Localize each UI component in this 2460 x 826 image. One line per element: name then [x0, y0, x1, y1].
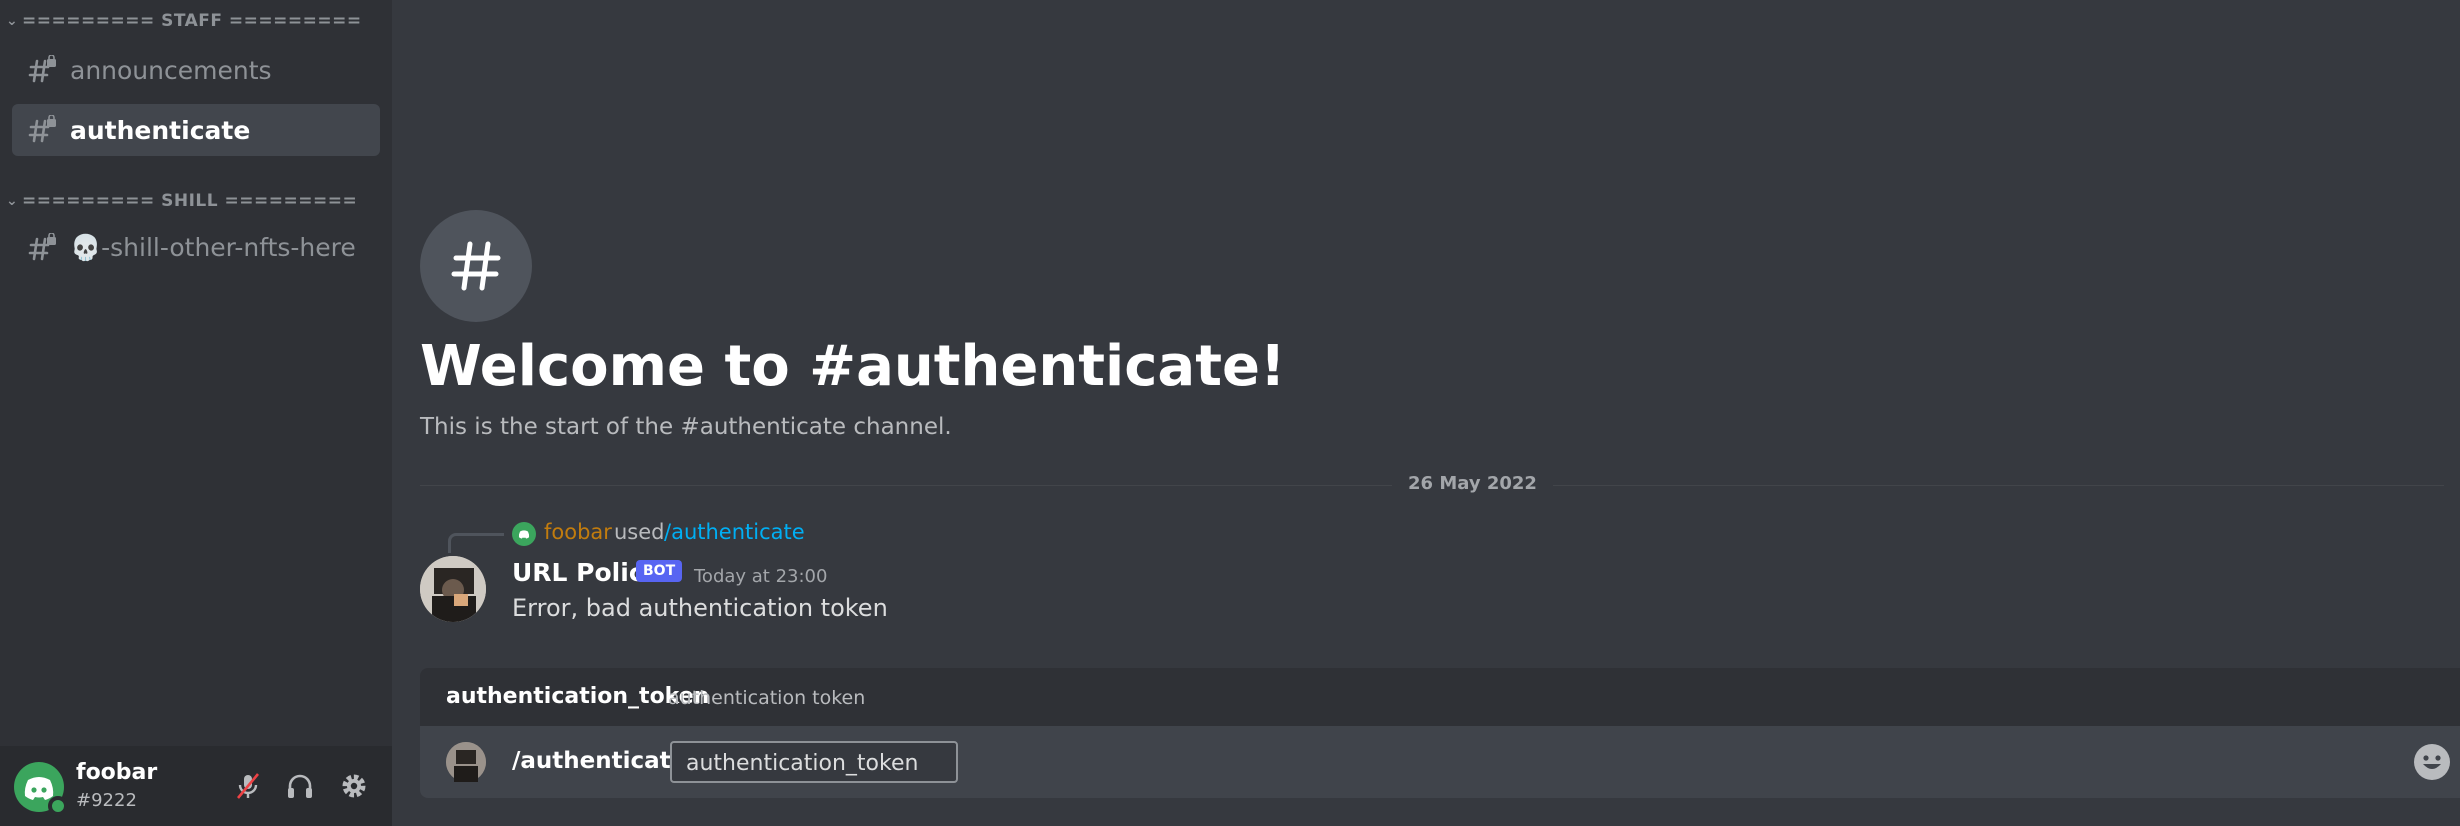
category-staff[interactable]: ⌄ ========= STAFF =========: [6, 8, 362, 34]
welcome-subtitle: This is the start of the #authenticate c…: [420, 414, 952, 440]
user-discriminator: #9222: [76, 790, 137, 811]
deafen-button[interactable]: [282, 768, 318, 804]
message-composer[interactable]: /authenticate authentication_token: [420, 726, 2460, 798]
reply-avatar[interactable]: [512, 522, 536, 546]
channel-label: authenticate: [70, 115, 251, 145]
category-label: ========= STAFF =========: [22, 11, 362, 31]
command-options-bar: authentication_token authentication toke…: [420, 668, 2460, 726]
smile-icon: [2415, 745, 2449, 779]
channel-sidebar: ⌄ ========= STAFF ========= announcement…: [0, 0, 392, 826]
reply-connector: [448, 533, 504, 553]
category-label: ========= SHILL =========: [22, 191, 358, 211]
bot-badge: BOT: [636, 560, 683, 582]
headphones-icon: [288, 774, 312, 798]
bot-avatar-image: [446, 742, 486, 782]
user-settings-button[interactable]: [336, 768, 372, 804]
online-status-indicator: [48, 796, 68, 816]
command-option-description: authentication token: [668, 687, 866, 709]
category-shill[interactable]: ⌄ ========= SHILL =========: [6, 188, 357, 214]
gear-icon: [342, 774, 366, 798]
composer-command: /authenticate: [512, 748, 687, 774]
channel-item-announcements[interactable]: announcements: [12, 44, 380, 96]
locked-hash-icon: [28, 54, 58, 85]
reply-username[interactable]: foobar: [544, 520, 612, 544]
channel-label: announcements: [70, 55, 272, 85]
bot-avatar[interactable]: [420, 556, 486, 622]
welcome-title: Welcome to #authenticate!: [420, 334, 1286, 399]
authentication-token-field[interactable]: authentication_token: [670, 741, 958, 783]
reply-command-link[interactable]: /authenticate: [664, 520, 805, 544]
message-timestamp: Today at 23:00: [694, 566, 828, 587]
channel-item-authenticate[interactable]: authenticate: [12, 104, 380, 156]
channel-hash-icon: [420, 210, 532, 322]
date-divider-label: 26 May 2022: [1392, 473, 1553, 494]
locked-hash-icon: [28, 232, 58, 263]
message-content: Error, bad authentication token: [512, 594, 888, 622]
user-panel: foobar #9222: [0, 746, 392, 826]
bot-avatar-image: [420, 556, 486, 622]
locked-hash-icon: [28, 114, 58, 145]
chat-area: Welcome to #authenticate! This is the st…: [392, 0, 2460, 826]
chevron-down-icon: ⌄: [6, 193, 19, 209]
emoji-button[interactable]: [2414, 744, 2450, 780]
reply-used-text: used: [614, 520, 665, 544]
channel-label: 💀-shill-other-nfts-here: [70, 233, 356, 262]
mute-mic-button[interactable]: [230, 768, 266, 804]
discord-logo-icon: [518, 530, 530, 539]
channel-item-shill-other-nfts-here[interactable]: 💀-shill-other-nfts-here: [12, 222, 380, 274]
mute-mic-icon: [237, 773, 259, 799]
field-value: authentication_token: [686, 751, 919, 776]
chevron-down-icon: ⌄: [6, 13, 19, 29]
username: foobar: [76, 760, 158, 785]
command-app-avatar: [446, 742, 486, 782]
